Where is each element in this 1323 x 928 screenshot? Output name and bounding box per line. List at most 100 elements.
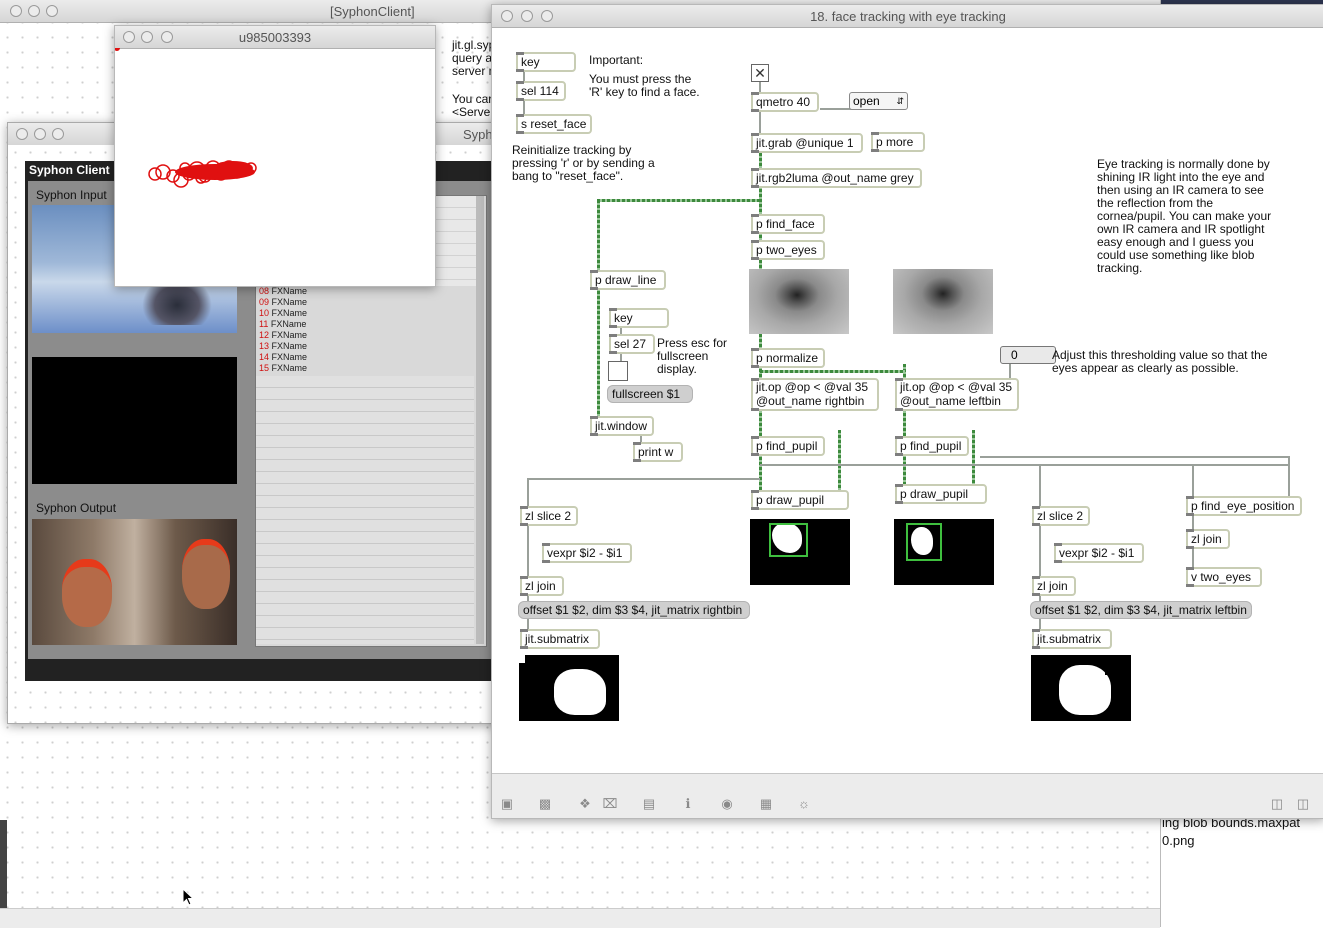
right-eye-preview	[749, 269, 849, 334]
p-find-face-object[interactable]: p find_face	[751, 214, 825, 234]
lock-icon[interactable]: ▣	[498, 795, 516, 813]
signal-cord	[597, 199, 760, 202]
close-button[interactable]	[10, 5, 22, 17]
window-title: 18. face tracking with eye tracking	[810, 9, 1006, 24]
file-name-2[interactable]: 0.png	[1162, 834, 1195, 847]
offset-left-message[interactable]: offset $1 $2, dim $3 $4, jit_matrix left…	[1030, 601, 1252, 619]
v-two-eyes-object[interactable]: v two_eyes	[1186, 567, 1262, 587]
jit-op-right-object[interactable]: jit.op @op < @val 35 @out_name rightbin	[751, 378, 879, 411]
syphon-output-video	[32, 519, 237, 645]
list-item[interactable]: 12 FXName	[259, 330, 474, 341]
patch-cord	[980, 456, 1290, 458]
zl-join-eye-object[interactable]: zl join	[1186, 529, 1230, 549]
offset-right-message[interactable]: offset $1 $2, dim $3 $4, jit_matrix righ…	[518, 601, 750, 619]
jit-window-object[interactable]: jit.window	[590, 416, 654, 436]
close-button[interactable]	[16, 128, 28, 140]
key-object-2[interactable]: key	[609, 308, 669, 328]
toggle-button[interactable]: ✕	[751, 64, 769, 82]
p-draw-line-object[interactable]: p draw_line	[590, 270, 666, 290]
jit-op-left-object[interactable]: jit.op @op < @val 35 @out_name leftbin	[895, 378, 1019, 411]
jit-grab-object[interactable]: jit.grab @unique 1	[751, 133, 863, 153]
p-normalize-object[interactable]: p normalize	[751, 348, 825, 368]
vexpr-left-object[interactable]: vexpr $i2 - $i1	[1054, 543, 1144, 563]
patcher-toolbar: ▣ ▩ ❖ ⌧ ▤ ℹ ◉ ▦ ☼ ◫ ◫	[492, 773, 1323, 818]
p-find-pupil-right-object[interactable]: p find_pupil	[751, 436, 825, 456]
info-icon[interactable]: ℹ	[679, 795, 697, 813]
p-more-object[interactable]: p more	[871, 132, 925, 152]
list-item[interactable]: 15 FXName	[259, 363, 474, 374]
close-patch-icon[interactable]: ⌧	[601, 795, 619, 813]
fullscreen-message[interactable]: fullscreen $1	[607, 385, 693, 403]
eye-trace-drawing	[115, 48, 257, 188]
zoom-button[interactable]	[52, 128, 64, 140]
fx-list[interactable]: 08 FXName 09 FXName 10 FXName 11 FXName …	[259, 286, 474, 374]
important-label: Important:	[589, 53, 644, 67]
presentation-icon[interactable]: ▩	[536, 795, 554, 813]
list-item[interactable]: 10 FXName	[259, 308, 474, 319]
patch-cord	[1192, 464, 1194, 574]
right-submatrix-preview	[519, 655, 619, 721]
window-title: u985003393	[238, 30, 312, 45]
list-item[interactable]: 14 FXName	[259, 352, 474, 363]
left-eye-preview	[893, 269, 993, 334]
key-object[interactable]: key	[516, 52, 576, 72]
print-w-object[interactable]: print w	[633, 442, 683, 462]
minimize-button[interactable]	[28, 5, 40, 17]
zl-join-left-object[interactable]: zl join	[1032, 576, 1076, 596]
p-find-pupil-left-object[interactable]: p find_pupil	[895, 436, 969, 456]
send-reset-face-object[interactable]: s reset_face	[516, 114, 592, 134]
left-submatrix-preview	[1031, 655, 1131, 721]
p-draw-pupil-left-object[interactable]: p draw_pupil	[895, 484, 987, 504]
threshold-number-box[interactable]: 0	[1000, 346, 1056, 364]
sel-27-object[interactable]: sel 27	[609, 334, 655, 354]
right-pane-icon[interactable]: ◫	[1294, 795, 1312, 813]
minimize-button[interactable]	[34, 128, 46, 140]
list-item[interactable]: 09 FXName	[259, 297, 474, 308]
patch-cord-icon[interactable]: ❖	[576, 795, 594, 813]
syphon-black-preview	[32, 357, 237, 484]
open-menu[interactable]: open ⇵	[849, 92, 908, 110]
u-window-titlebar: u985003393	[115, 26, 435, 49]
threshold-value: 0	[1011, 348, 1018, 362]
syphon-client-header: Syphon Client	[29, 163, 110, 177]
p-find-eye-position-object[interactable]: p find_eye_position	[1186, 496, 1302, 516]
press-r-comment: You must press the 'R' key to find a fac…	[589, 72, 700, 99]
left-pane-icon[interactable]: ◫	[1268, 795, 1286, 813]
segment-icon[interactable]: ◉	[718, 795, 736, 813]
bang-button[interactable]	[608, 361, 628, 381]
signal-cord	[597, 200, 600, 278]
patch-cord	[760, 464, 1290, 466]
signal-cord	[597, 286, 600, 424]
menu-arrows-icon: ⇵	[896, 96, 904, 106]
syphon-input-label: Syphon Input	[36, 188, 107, 202]
signal-cord	[972, 430, 975, 486]
threshold-comment: Adjust this thresholding value so that t…	[1052, 348, 1268, 375]
qmetro-object[interactable]: qmetro 40	[751, 92, 819, 112]
help-text-3: server n	[452, 64, 496, 78]
p-two-eyes-object[interactable]: p two_eyes	[751, 240, 825, 260]
sel-114-object[interactable]: sel 114	[516, 81, 566, 101]
jit-submatrix-left-object[interactable]: jit.submatrix	[1032, 629, 1112, 649]
help-text-5: <Server	[452, 105, 495, 119]
left-dark-edge	[0, 820, 7, 908]
list-item[interactable]: 13 FXName	[259, 341, 474, 352]
list-item[interactable]: 08 FXName	[259, 286, 474, 297]
p-draw-pupil-right-object[interactable]: p draw_pupil	[751, 490, 849, 510]
inspector-icon[interactable]: ▤	[640, 795, 658, 813]
jit-submatrix-right-object[interactable]: jit.submatrix	[520, 629, 600, 649]
jit-rgb2luma-object[interactable]: jit.rgb2luma @out_name grey	[751, 168, 922, 188]
esc-comment: Press esc for fullscreen display.	[657, 336, 728, 376]
fx-list-scrollbar[interactable]	[476, 196, 484, 644]
palette-icon[interactable]: ☼	[795, 795, 813, 813]
zl-join-right-object[interactable]: zl join	[520, 576, 564, 596]
vexpr-right-object[interactable]: vexpr $i2 - $i1	[542, 543, 632, 563]
zoom-button[interactable]	[46, 5, 58, 17]
bottom-scrollbar[interactable]	[0, 908, 1160, 928]
zl-slice-right-object[interactable]: zl slice 2	[520, 506, 578, 526]
reinit-comment: Reinitialize tracking by pressing 'r' or…	[512, 143, 655, 183]
grid-icon[interactable]: ▦	[757, 795, 775, 813]
jit-window-u985003393: u985003393	[114, 25, 436, 287]
right-pupil-preview	[750, 519, 850, 585]
list-item[interactable]: 11 FXName	[259, 319, 474, 330]
zl-slice-left-object[interactable]: zl slice 2	[1032, 506, 1090, 526]
